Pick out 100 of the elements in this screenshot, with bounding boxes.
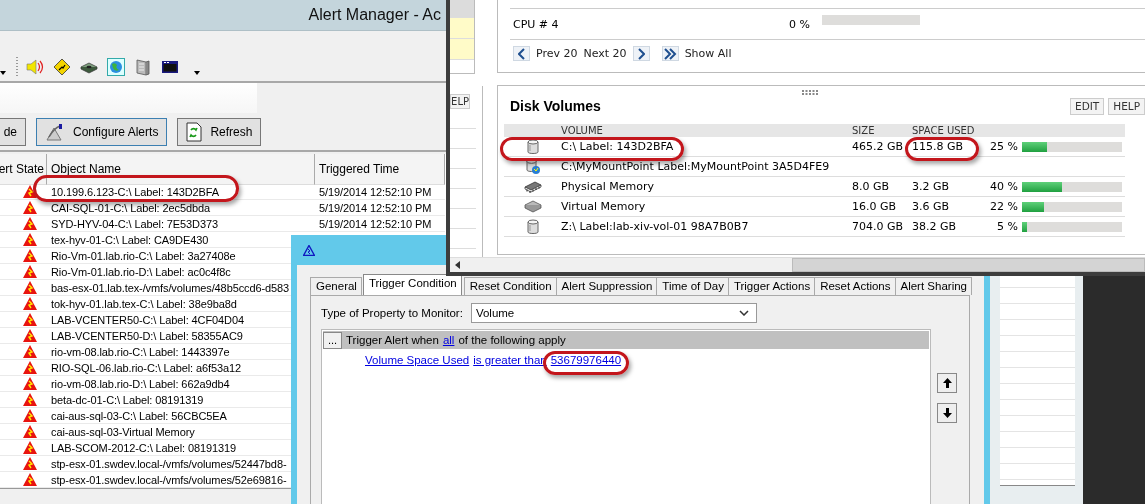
chevron-right-icon xyxy=(637,47,646,60)
table-cell: 5/19/2014 12:52:10 PM xyxy=(315,216,445,232)
drag-handle-icon xyxy=(801,90,818,95)
help-button[interactable]: HELP xyxy=(1108,97,1145,115)
warning-sign-icon[interactable] xyxy=(53,58,71,76)
previous-page-button[interactable] xyxy=(513,46,530,61)
book-icon[interactable] xyxy=(134,58,152,76)
alert-triangle-icon xyxy=(22,265,37,278)
help-button[interactable]: ELP xyxy=(450,94,470,109)
disk-cylinder-icon xyxy=(526,218,539,235)
tab[interactable]: Alert Sharing xyxy=(894,277,972,295)
alert-triangle-icon xyxy=(22,185,37,198)
alert-triangle-icon xyxy=(22,457,37,470)
window-title: Alert Manager - Ac xyxy=(308,6,441,24)
table-cell-text: 115.8 GB xyxy=(912,140,965,153)
table-cell: 5/19/2014 12:52:10 PM xyxy=(315,184,445,200)
mount-point-icon xyxy=(524,158,541,175)
dropdown-caret-icon xyxy=(0,71,6,75)
next-page-button[interactable] xyxy=(632,46,650,61)
alert-triangle-icon xyxy=(22,441,37,454)
tab[interactable]: General xyxy=(310,277,362,295)
alert-triangle-icon xyxy=(22,297,37,310)
arrow-up-icon xyxy=(942,378,952,388)
toolbar-grip-icon xyxy=(16,56,19,78)
alert-triangle-icon xyxy=(22,409,37,422)
property-dropdown[interactable]: Volume xyxy=(470,303,757,323)
tab[interactable]: Trigger Condition xyxy=(362,274,462,295)
panel-title: Disk Volumes xyxy=(510,98,601,114)
table-cell-text: 3.2 GB xyxy=(912,180,951,193)
table-cell-text: 704.0 GB xyxy=(852,220,905,233)
condition-link[interactable]: Volume Space Used xyxy=(365,354,470,366)
move-up-button[interactable] xyxy=(937,373,957,393)
percent-value: 5 % xyxy=(996,220,1019,233)
column-header[interactable]: Triggered Time xyxy=(315,154,445,185)
percent-value: 22 % xyxy=(989,200,1019,213)
refresh-button[interactable]: Refresh xyxy=(177,117,262,146)
field-label: Type of Property to Monitor: xyxy=(321,307,463,319)
more-button[interactable]: ... xyxy=(323,331,342,349)
speaker-icon[interactable] xyxy=(26,58,44,76)
alert-triangle-icon xyxy=(22,217,37,230)
tab[interactable]: Trigger Actions xyxy=(727,277,816,295)
toolbar-button[interactable]: de xyxy=(0,117,26,146)
alert-triangle-icon xyxy=(22,473,37,486)
alert-triangle-icon xyxy=(303,244,315,256)
percent-value: 40 % xyxy=(989,180,1019,193)
percent-value: 25 % xyxy=(989,140,1019,153)
globe-icon[interactable] xyxy=(107,58,125,76)
table-cell-text: Physical Memory xyxy=(561,180,655,193)
alert-triangle-icon xyxy=(22,425,37,438)
resource-name: CPU # 4 xyxy=(512,17,560,31)
column-header: SIZE xyxy=(852,125,876,136)
horizontal-scrollbar[interactable] xyxy=(450,257,1145,272)
alert-flag-icon xyxy=(45,122,65,141)
alert-triangle-icon xyxy=(22,233,37,246)
alert-triangle-icon xyxy=(22,329,37,342)
alert-triangle-icon xyxy=(22,281,37,294)
column-header: SPACE USED xyxy=(912,125,972,136)
dropdown-caret-icon xyxy=(194,71,200,75)
page-link[interactable]: Show All xyxy=(684,47,732,60)
table-cell-text: 16.0 GB xyxy=(852,200,898,213)
arrow-down-icon xyxy=(942,408,952,418)
percent-value: 0 % xyxy=(788,17,810,31)
page-link[interactable]: Next 20 xyxy=(583,47,627,60)
column-header[interactable]: ert State xyxy=(0,154,47,185)
disk-cylinder-icon xyxy=(526,138,539,155)
refresh-document-icon xyxy=(186,121,203,142)
table-cell-text: 38.2 GB xyxy=(912,220,958,233)
move-down-button[interactable] xyxy=(937,403,957,423)
show-all-button[interactable] xyxy=(661,46,679,61)
table-cell-text: 8.0 GB xyxy=(852,180,891,193)
column-header[interactable]: Object Name xyxy=(47,154,315,185)
condition-text: of the following apply xyxy=(458,334,566,346)
tab[interactable]: Reset Condition xyxy=(463,277,557,295)
condition-text: Trigger Alert when xyxy=(346,334,439,346)
table-cell-text: Z:\ Label:lab-xiv-vol-01 98A7B0B7 xyxy=(561,220,750,233)
page-link[interactable]: Prev 20 xyxy=(536,47,578,60)
table-cell: CAI-SQL-01-C:\ Label: 2ec5dbda xyxy=(47,200,315,216)
chevron-left-icon xyxy=(517,47,526,60)
memory-chip-icon xyxy=(523,199,542,214)
tab[interactable]: Alert Suppression xyxy=(555,277,658,295)
scrollbar-thumb[interactable] xyxy=(792,258,1145,272)
table-cell: 5/19/2014 12:52:10 PM xyxy=(315,200,445,216)
tab[interactable]: Time of Day xyxy=(656,277,729,295)
window-icon[interactable] xyxy=(161,58,179,76)
alert-triangle-icon xyxy=(22,201,37,214)
edit-button[interactable]: EDIT xyxy=(1070,97,1105,115)
alert-triangle-icon xyxy=(22,345,37,358)
scroll-left-icon xyxy=(455,261,460,269)
alert-triangle-icon xyxy=(22,393,37,406)
double-chevron-icon xyxy=(663,47,678,60)
configure-alerts-button[interactable]: Configure Alerts xyxy=(36,117,168,146)
memory-chip-icon xyxy=(523,180,542,193)
condition-link[interactable]: all xyxy=(442,334,455,346)
alert-triangle-icon xyxy=(22,361,37,374)
table-cell-text: C:\ Label: 143D2BFA xyxy=(561,140,675,153)
table-cell-text: 465.2 GB xyxy=(852,140,905,153)
table-cell: SYD-HYV-04-C:\ Label: 7E53D373 xyxy=(47,216,315,232)
alert-triangle-icon xyxy=(22,249,37,262)
condition-link[interactable]: 53679976440 xyxy=(550,354,622,366)
table-cell-text: C:\MyMountPoint Label:MyMountPoint 3A5D4FE9 xyxy=(561,160,831,173)
